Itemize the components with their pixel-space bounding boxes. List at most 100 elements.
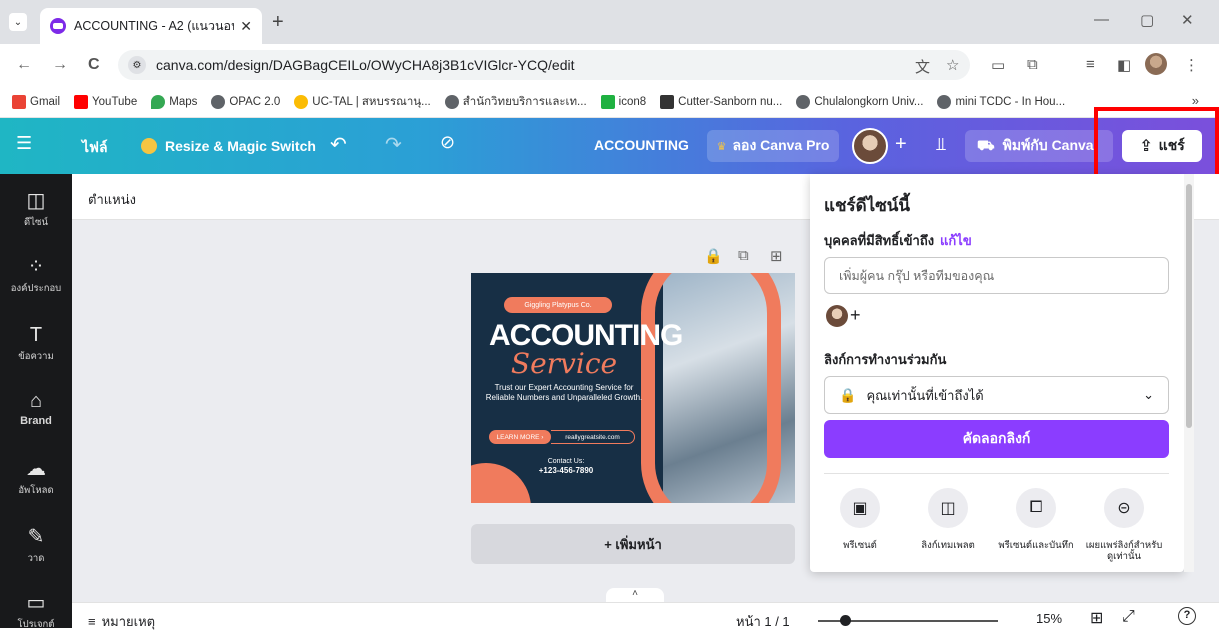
- window-minimize-button[interactable]: —: [1094, 11, 1109, 28]
- sidebar-item-design[interactable]: ◫ ดีไซน์: [0, 190, 72, 230]
- template-icon: ◫: [928, 488, 968, 528]
- share-option-template-link[interactable]: ◫ ลิงก์เทมเพลต: [908, 488, 988, 551]
- browser-toolbar: ← → C ⚙ canva.com/design/DAGBagCEILo/OWy…: [0, 44, 1219, 86]
- youtube-icon: [74, 94, 89, 109]
- sidebar-item-projects[interactable]: ▭ โปรเจกต์: [0, 592, 72, 632]
- address-bar[interactable]: ⚙ canva.com/design/DAGBagCEILo/OWyCHA8j3…: [118, 50, 970, 80]
- layout-icon: ◫: [26, 190, 46, 212]
- share-option-view-only-link[interactable]: ⊝ เผยแพร่ลิงก์สำหรับดูเท่านั้น: [1084, 488, 1164, 562]
- new-tab-button[interactable]: +: [272, 12, 284, 32]
- zoom-level[interactable]: 15%: [1036, 611, 1062, 626]
- tab-search-button[interactable]: ⌄: [9, 13, 27, 31]
- add-people-input[interactable]: [824, 257, 1169, 294]
- reload-icon[interactable]: C: [88, 56, 100, 74]
- media-icon[interactable]: ≡: [1086, 56, 1095, 73]
- folder-icon: ▭: [26, 592, 46, 614]
- bookmark-item[interactable]: สำนักวิทยบริการและเท...: [444, 93, 587, 111]
- uc-tal-icon: [294, 94, 309, 109]
- browser-tab[interactable]: ACCOUNTING - A2 (แนวนอน) ✕: [40, 8, 262, 44]
- try-canva-pro-button[interactable]: ♛ ลอง Canva Pro: [707, 130, 839, 162]
- page-counter[interactable]: หน้า 1 / 1: [736, 611, 790, 632]
- bookmark-item[interactable]: Cutter-Sanborn nu...: [660, 94, 782, 109]
- reading-list-icon[interactable]: ▭: [991, 56, 1005, 74]
- crown-icon: [141, 138, 157, 154]
- extensions-icon[interactable]: ⧉: [1027, 56, 1038, 73]
- add-collaborator-icon[interactable]: +: [850, 305, 861, 326]
- site-info-icon[interactable]: ⚙: [128, 56, 146, 74]
- cloud-sync-icon[interactable]: ⊘: [440, 132, 455, 153]
- back-icon[interactable]: ←: [16, 56, 32, 74]
- zoom-slider-handle[interactable]: [840, 615, 851, 626]
- copy-link-button[interactable]: คัดลอกลิงก์: [824, 420, 1169, 458]
- position-button[interactable]: ตำแหน่ง: [88, 189, 136, 210]
- file-menu-button[interactable]: ไฟล์: [82, 137, 108, 159]
- link-access-select[interactable]: 🔒 คุณเท่านั้นที่เข้าถึงได้ ⌄: [824, 376, 1169, 414]
- collaborator-avatar[interactable]: [826, 305, 848, 327]
- notes-button[interactable]: ≡ หมายเหตุ: [88, 611, 155, 632]
- share-panel-scrollbar[interactable]: [1184, 174, 1194, 572]
- cutter-sanborn-icon: [660, 94, 675, 109]
- icon8-icon: [600, 94, 615, 109]
- shapes-icon: ⁘: [27, 256, 45, 278]
- sidebar-item-elements[interactable]: ⁘ องค์ประกอบ: [0, 256, 72, 296]
- user-avatar[interactable]: [852, 128, 888, 164]
- main-menu-icon[interactable]: ☰: [16, 133, 32, 154]
- globe-icon: [444, 94, 459, 109]
- left-sidebar: ◫ ดีไซน์ ⁘ องค์ประกอบ T ข้อความ ⌂ Brand …: [0, 174, 72, 630]
- sidebar-item-draw[interactable]: ✎ วาด: [0, 526, 72, 566]
- bookmark-item[interactable]: icon8: [600, 94, 646, 109]
- bookmark-item[interactable]: UC-TAL | สหบรรณานุ...: [294, 93, 431, 111]
- bookmark-item[interactable]: Chulalongkorn Univ...: [796, 94, 923, 109]
- edit-access-link[interactable]: แก้ไข: [940, 233, 972, 248]
- resize-magic-switch-button[interactable]: Resize & Magic Switch: [135, 130, 322, 162]
- profile-avatar[interactable]: [1145, 53, 1167, 75]
- share-panel: แชร์ดีไซน์นี้ บุคคลที่มีสิทธิ์เข้าถึง แก้…: [810, 174, 1194, 572]
- more-bookmarks-button[interactable]: »: [1192, 93, 1199, 108]
- design-learn-more: LEARN MORE ›: [489, 430, 551, 444]
- tab-close-icon[interactable]: ✕: [240, 18, 252, 35]
- duplicate-page-icon[interactable]: ⧉: [738, 247, 749, 264]
- help-icon[interactable]: ?: [1178, 607, 1196, 625]
- undo-icon[interactable]: ↶: [330, 132, 347, 157]
- decorative-arc: [641, 273, 781, 503]
- draw-pen-icon: ✎: [27, 526, 45, 548]
- brand-icon: ⌂: [29, 390, 43, 412]
- add-page-button[interactable]: + เพิ่มหน้า: [471, 524, 795, 564]
- scrollbar-thumb[interactable]: [1186, 184, 1192, 428]
- bookmark-item[interactable]: OPAC 2.0: [211, 94, 280, 109]
- window-restore-button[interactable]: ▢: [1140, 11, 1154, 29]
- bookmark-item[interactable]: mini TCDC - In Hou...: [937, 94, 1065, 109]
- side-panel-icon[interactable]: ◧: [1117, 56, 1131, 74]
- grid-view-icon[interactable]: ⊞: [1090, 608, 1103, 628]
- maps-icon: [151, 94, 166, 109]
- forward-icon[interactable]: →: [52, 56, 68, 74]
- bookmark-item[interactable]: Gmail: [12, 94, 60, 109]
- add-page-icon[interactable]: ⊞: [770, 247, 783, 265]
- divider: [824, 473, 1169, 474]
- fullscreen-icon[interactable]: ⤢: [1122, 608, 1135, 626]
- share-option-present[interactable]: ▣ พรีเซนต์: [820, 488, 900, 551]
- lock-icon: 🔒: [839, 386, 857, 403]
- print-with-canva-button[interactable]: ⛟ พิมพ์กับ Canva: [965, 130, 1113, 162]
- sidebar-item-uploads[interactable]: ☁ อัพโหลด: [0, 458, 72, 498]
- design-page[interactable]: Giggling Platypus Co. ACCOUNTING Service…: [471, 273, 795, 503]
- design-title[interactable]: ACCOUNTING: [594, 137, 689, 153]
- bookmark-star-icon[interactable]: ☆: [946, 56, 959, 74]
- lock-page-icon[interactable]: 🔒: [704, 247, 723, 265]
- browser-tab-strip: ⌄ ACCOUNTING - A2 (แนวนอน) ✕ + — ▢ ✕: [0, 0, 1219, 44]
- sidebar-item-text[interactable]: T ข้อความ: [0, 324, 72, 364]
- sidebar-item-brand[interactable]: ⌂ Brand: [0, 390, 72, 427]
- print-truck-icon: ⛟: [977, 136, 995, 153]
- globe-icon: [937, 94, 952, 109]
- bookmark-item[interactable]: YouTube: [74, 94, 137, 109]
- add-collaborator-icon[interactable]: +: [895, 133, 907, 156]
- record-icon: ⧠: [1016, 488, 1056, 528]
- share-option-present-record[interactable]: ⧠ พรีเซนต์และบันทึก: [996, 488, 1076, 551]
- window-close-button[interactable]: ✕: [1181, 11, 1194, 29]
- chrome-menu-icon[interactable]: ⋮: [1184, 56, 1199, 74]
- bookmark-item[interactable]: Maps: [151, 94, 197, 109]
- insights-icon[interactable]: ⫫: [936, 134, 946, 155]
- access-label: บุคคลที่มีสิทธิ์เข้าถึง แก้ไข: [824, 233, 972, 248]
- translate-icon[interactable]: 文: [915, 56, 930, 77]
- redo-icon[interactable]: ↷: [385, 132, 402, 157]
